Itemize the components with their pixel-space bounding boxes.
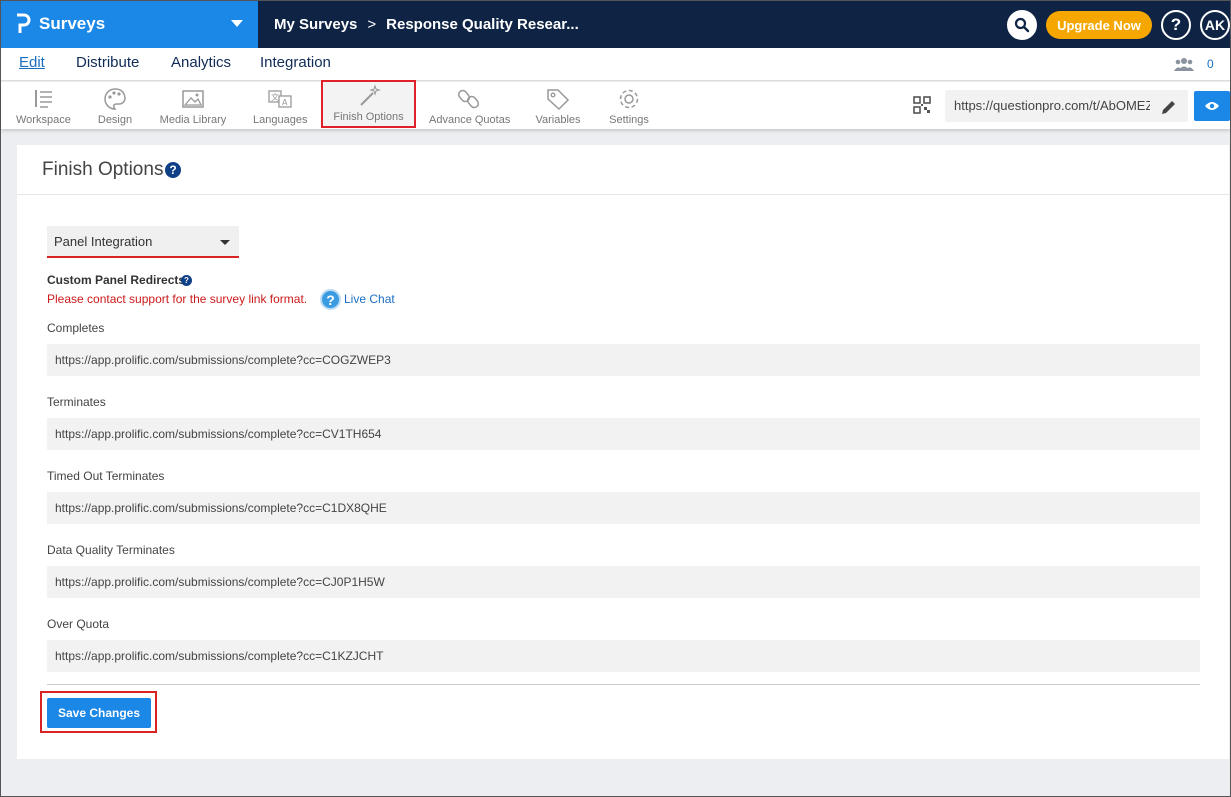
tag-icon bbox=[547, 89, 570, 111]
users-icon[interactable] bbox=[1174, 57, 1194, 71]
toolbar-label: Media Library bbox=[159, 114, 227, 126]
eye-icon bbox=[1205, 102, 1219, 110]
support-warning: Please contact support for the survey li… bbox=[47, 292, 308, 306]
preview-button[interactable] bbox=[1194, 91, 1230, 121]
chain-link-icon bbox=[457, 89, 480, 109]
main-nav: Edit Distribute Analytics Integration 0 bbox=[1, 48, 1230, 81]
completes-url-field[interactable]: https://app.prolific.com/submissions/com… bbox=[47, 344, 1200, 376]
tab-integration[interactable]: Integration bbox=[260, 54, 331, 71]
toolbar-design[interactable]: Design bbox=[93, 85, 137, 128]
toolbar-label: Finish Options bbox=[333, 111, 404, 123]
save-highlight: Save Changes bbox=[40, 691, 157, 733]
finish-option-dropdown[interactable]: Panel Integration bbox=[47, 226, 239, 258]
product-switcher[interactable]: Surveys bbox=[1, 1, 258, 48]
upgrade-now-button[interactable]: Upgrade Now bbox=[1046, 11, 1152, 39]
toolbar-label: Variables bbox=[535, 114, 581, 126]
field-value: https://app.prolific.com/submissions/com… bbox=[55, 501, 387, 515]
workspace-icon bbox=[35, 90, 52, 108]
tab-distribute[interactable]: Distribute bbox=[76, 54, 139, 71]
terminates-url-field[interactable]: https://app.prolific.com/submissions/com… bbox=[47, 418, 1200, 450]
field-label-completes: Completes bbox=[47, 321, 105, 335]
search-button[interactable] bbox=[1007, 10, 1037, 40]
svg-text:A: A bbox=[282, 98, 288, 107]
over-quota-url-field[interactable]: https://app.prolific.com/submissions/com… bbox=[47, 640, 1200, 672]
toolbar-label: Languages bbox=[253, 114, 308, 126]
toolbar-languages[interactable]: 文 A Languages bbox=[253, 85, 307, 128]
breadcrumb: My Surveys > Response Quality Resear... bbox=[274, 16, 579, 33]
toolbar-finish-options[interactable]: Finish Options bbox=[321, 80, 416, 128]
live-chat-icon[interactable]: ? bbox=[320, 289, 341, 310]
top-bar: Surveys My Surveys > Response Quality Rese… bbox=[1, 1, 1230, 48]
breadcrumb-survey-title: Response Quality Resear... bbox=[386, 16, 579, 33]
divider bbox=[47, 684, 1200, 685]
caret-down-icon bbox=[220, 240, 230, 245]
pencil-icon[interactable] bbox=[1160, 98, 1178, 116]
toolbar-label: Workspace bbox=[16, 114, 71, 126]
tab-edit[interactable]: Edit bbox=[19, 54, 45, 71]
toolbar-variables[interactable]: Variables bbox=[534, 85, 582, 128]
panel-header: Finish Options ? bbox=[17, 145, 1229, 195]
toolbar-media-library[interactable]: Media Library bbox=[159, 85, 227, 128]
toolbar-label: Settings bbox=[609, 114, 649, 126]
search-icon bbox=[1014, 17, 1030, 33]
help-icon[interactable]: ? bbox=[165, 162, 181, 178]
image-icon bbox=[182, 90, 204, 108]
finish-options-panel: Finish Options ? Panel Integration Custo… bbox=[17, 145, 1229, 759]
dropdown-value: Panel Integration bbox=[54, 234, 153, 249]
field-label-timed-out: Timed Out Terminates bbox=[47, 469, 165, 483]
field-label-data-quality: Data Quality Terminates bbox=[47, 543, 175, 557]
qr-code-icon[interactable] bbox=[913, 96, 931, 114]
field-label-over-quota: Over Quota bbox=[47, 617, 110, 631]
page-title: Finish Options bbox=[42, 159, 164, 180]
toolbar-label: Advance Quotas bbox=[429, 114, 511, 126]
palette-icon bbox=[104, 88, 126, 110]
survey-url-field[interactable]: https://questionpro.com/t/AbOMEZ8 bbox=[945, 90, 1188, 122]
data-quality-url-field[interactable]: https://app.prolific.com/submissions/com… bbox=[47, 566, 1200, 598]
toolbar-workspace[interactable]: Workspace bbox=[16, 85, 71, 128]
toolbar-advance-quotas[interactable]: Advance Quotas bbox=[429, 85, 511, 128]
avatar[interactable]: AK bbox=[1200, 10, 1230, 40]
field-value: https://app.prolific.com/submissions/com… bbox=[55, 649, 384, 663]
questionpro-logo-icon bbox=[17, 13, 31, 33]
timed-out-url-field[interactable]: https://app.prolific.com/submissions/com… bbox=[47, 492, 1200, 524]
chevron-right-icon: > bbox=[367, 16, 377, 33]
translate-icon: 文 A bbox=[268, 90, 292, 108]
editor-toolbar: Workspace Design Media Library 文 A Langu… bbox=[1, 80, 1230, 129]
toolbar-settings[interactable]: Settings bbox=[607, 85, 651, 128]
survey-url: https://questionpro.com/t/AbOMEZ8 bbox=[954, 98, 1150, 113]
field-value: https://app.prolific.com/submissions/com… bbox=[55, 353, 391, 367]
help-icon[interactable]: ? bbox=[181, 275, 192, 286]
product-name: Surveys bbox=[39, 14, 106, 33]
chevron-down-icon[interactable] bbox=[231, 20, 243, 27]
section-label: Custom Panel Redirects bbox=[47, 273, 186, 287]
magic-wand-icon bbox=[359, 84, 381, 106]
toolbar-label: Design bbox=[97, 114, 133, 126]
breadcrumb-my-surveys[interactable]: My Surveys bbox=[274, 16, 357, 33]
field-value: https://app.prolific.com/submissions/com… bbox=[55, 575, 385, 589]
collaborator-count: 0 bbox=[1207, 57, 1214, 71]
help-button[interactable]: ? bbox=[1161, 10, 1191, 40]
save-changes-button[interactable]: Save Changes bbox=[47, 698, 151, 728]
field-label-terminates: Terminates bbox=[47, 395, 106, 409]
tab-analytics[interactable]: Analytics bbox=[171, 54, 231, 71]
field-value: https://app.prolific.com/submissions/com… bbox=[55, 427, 382, 441]
live-chat-link[interactable]: Live Chat bbox=[344, 292, 395, 306]
svg-text:文: 文 bbox=[271, 92, 279, 102]
gear-icon bbox=[619, 89, 639, 109]
